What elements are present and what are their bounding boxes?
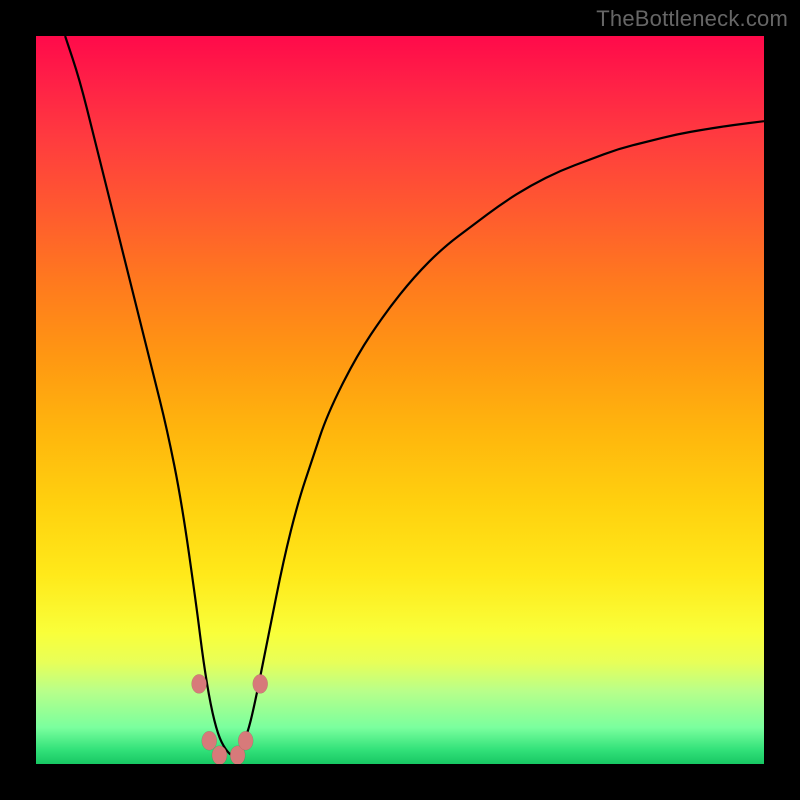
watermark-text: TheBottleneck.com (596, 6, 788, 32)
curve-dot (202, 731, 217, 750)
bottleneck-curve (36, 36, 764, 764)
curve-path (65, 36, 764, 755)
curve-dot (192, 674, 207, 693)
curve-dots (192, 674, 268, 764)
chart-frame: TheBottleneck.com (0, 0, 800, 800)
curve-dot (212, 746, 227, 764)
curve-dot (253, 674, 268, 693)
plot-area (36, 36, 764, 764)
curve-dot (238, 731, 253, 750)
